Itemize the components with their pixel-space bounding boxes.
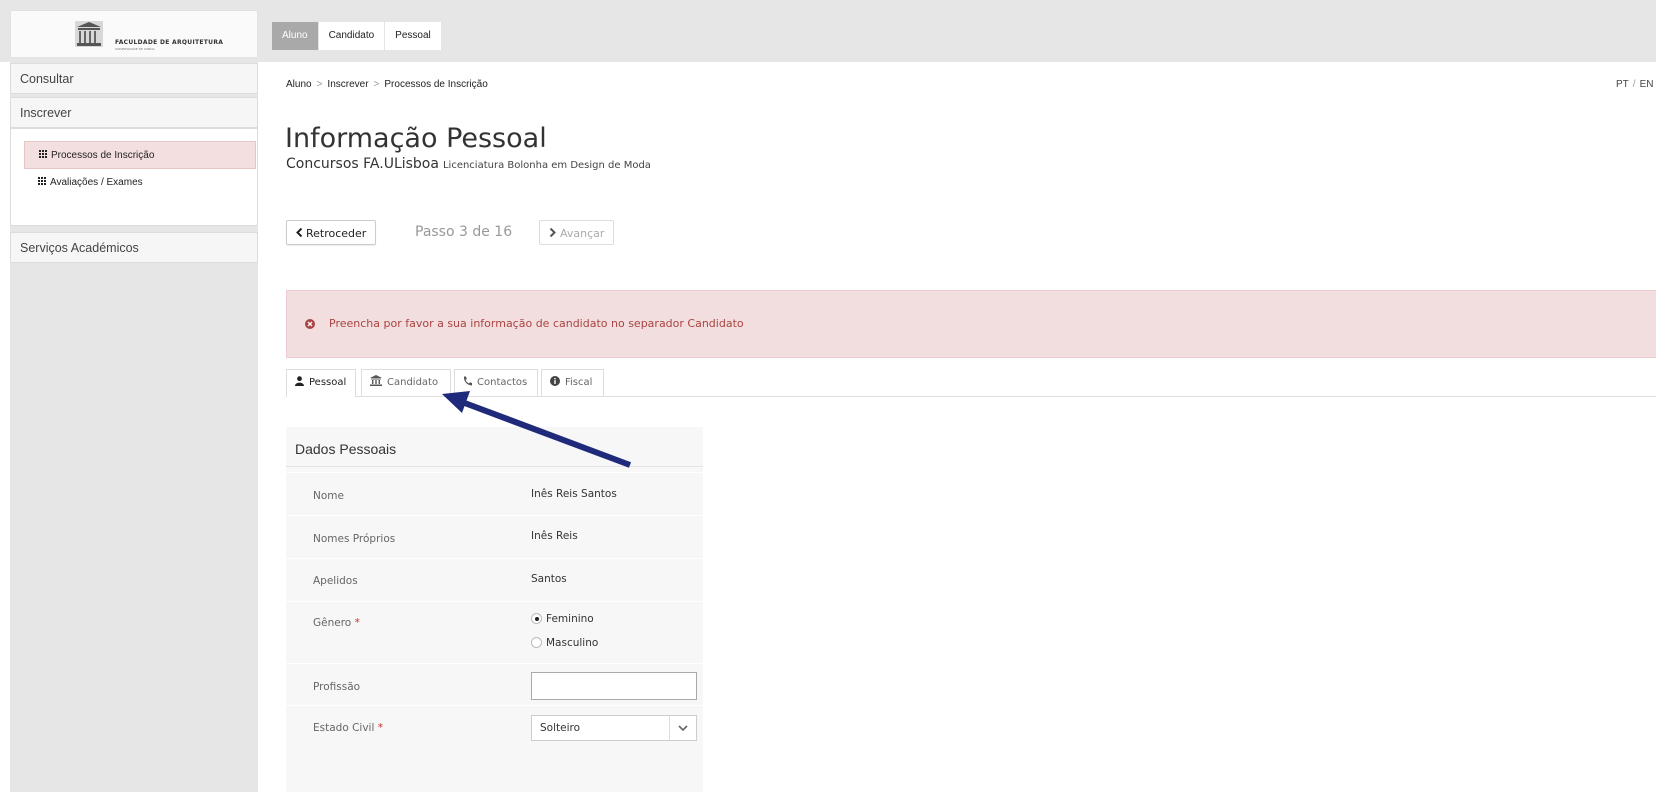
breadcrumb-item[interactable]: Inscrever <box>327 79 368 90</box>
next-button-label: Avançar <box>560 227 605 240</box>
grid-icon <box>39 150 48 159</box>
field-label: Nomes Próprios <box>313 533 396 545</box>
field-row-nome: Nome Inês Reis Santos <box>286 472 703 515</box>
radio-circle <box>531 613 542 624</box>
grid-icon <box>38 177 47 186</box>
top-tabs: Aluno Candidato Pessoal <box>272 22 442 50</box>
tab-label: Pessoal <box>309 377 347 388</box>
breadcrumb-item[interactable]: Processos de Inscrição <box>384 79 487 90</box>
sidebar-link-label: Avaliações / Exames <box>50 177 143 188</box>
field-label: Apelidos <box>313 575 358 587</box>
breadcrumb-separator: > <box>316 79 323 90</box>
field-value: Inês Reis Santos <box>531 488 617 500</box>
breadcrumb-item[interactable]: Aluno <box>286 79 312 90</box>
radio-masculino[interactable]: Masculino <box>531 637 598 649</box>
subtitle-main: Concursos FA.ULisboa <box>286 156 439 172</box>
field-value: Inês Reis <box>531 530 578 542</box>
field-label: Profissão <box>313 681 361 693</box>
chevron-left-icon <box>296 227 303 238</box>
required-marker: * <box>354 617 360 629</box>
tab-pessoal[interactable]: Pessoal <box>286 369 356 397</box>
tab-fiscal[interactable]: Fiscal <box>541 369 604 396</box>
sidebar-link-avaliacoes[interactable]: Avaliações / Exames <box>24 169 256 197</box>
field-label: Nome <box>313 490 344 502</box>
sidebar-link-processos[interactable]: Processos de Inscrição <box>24 141 256 169</box>
chevron-right-icon <box>549 227 556 238</box>
tab-label: Contactos <box>477 377 528 388</box>
select-caret <box>669 716 696 740</box>
back-button-label: Retroceder <box>306 227 367 240</box>
error-circle-icon <box>305 319 315 329</box>
field-label: Gênero * <box>313 617 360 629</box>
form-tabs: Pessoal Candidato Contactos Fiscal <box>286 369 1656 397</box>
lang-en[interactable]: EN <box>1640 79 1654 90</box>
sidebar-item-servicos[interactable]: Serviços Académicos <box>10 232 258 263</box>
subtitle-course: Licenciatura Bolonha em Design de Moda <box>442 160 651 171</box>
breadcrumb-separator: > <box>373 79 380 90</box>
page-title: Informação Pessoal <box>285 123 547 154</box>
user-icon <box>295 376 304 386</box>
tab-contactos[interactable]: Contactos <box>454 369 538 396</box>
back-button[interactable]: Retroceder <box>286 220 377 245</box>
logo-text: FACULDADE DE ARQUITETURA <box>115 39 224 46</box>
field-value: Santos <box>531 573 567 585</box>
field-label: Estado Civil * <box>313 722 383 734</box>
radio-feminino[interactable]: Feminino <box>531 613 594 625</box>
top-tab-candidato[interactable]: Candidato <box>318 22 386 50</box>
next-button[interactable]: Avançar <box>539 220 615 245</box>
field-row-apelidos: Apelidos Santos <box>286 558 703 601</box>
error-alert: Preencha por favor a sua informação de c… <box>286 290 1656 358</box>
sidebar-link-label: Processos de Inscrição <box>51 150 155 161</box>
field-label-text: Gênero <box>313 617 352 629</box>
divider <box>286 466 703 467</box>
tab-label: Fiscal <box>565 377 593 388</box>
lang-pt[interactable]: PT <box>1616 79 1629 90</box>
field-row-genero: Gênero * Feminino Masculino <box>286 601 703 663</box>
phone-icon <box>463 376 472 386</box>
top-tab-pessoal[interactable]: Pessoal <box>385 22 442 50</box>
sidebar-item-consultar[interactable]: Consultar <box>10 63 258 94</box>
tab-candidato[interactable]: Candidato <box>361 369 451 396</box>
logo[interactable]: FACULDADE DE ARQUITETURA UNIVERSIDADE DE… <box>10 10 258 58</box>
section-title: Dados Pessoais <box>295 441 397 457</box>
breadcrumb: Aluno > Inscrever > Processos de Inscrição <box>286 79 488 90</box>
logo-subtext: UNIVERSIDADE DE LISBOA <box>115 47 155 51</box>
chevron-down-icon <box>678 725 688 732</box>
radio-circle <box>531 637 542 648</box>
select-value: Solteiro <box>540 722 581 734</box>
building-logo-icon <box>75 21 103 47</box>
estado-civil-select[interactable]: Solteiro <box>531 715 697 741</box>
tab-label: Candidato <box>387 377 439 388</box>
step-indicator: Passo 3 de 16 <box>415 224 513 240</box>
profissao-input[interactable] <box>531 672 697 700</box>
institution-icon <box>370 375 382 386</box>
radio-label: Masculino <box>546 637 599 649</box>
radio-label: Feminino <box>546 613 594 625</box>
required-marker: * <box>377 722 383 734</box>
sidebar-item-inscrever[interactable]: Inscrever <box>10 97 258 128</box>
page-subtitle: Concursos FA.ULisboa Licenciatura Bolonha… <box>286 156 651 172</box>
alert-message: Preencha por favor a sua informação de c… <box>329 317 744 330</box>
field-label-text: Estado Civil <box>313 722 375 734</box>
info-icon <box>550 376 560 386</box>
lang-separator: / <box>1632 79 1636 90</box>
field-row-nomes-proprios: Nomes Próprios Inês Reis <box>286 515 703 558</box>
top-tab-aluno[interactable]: Aluno <box>272 22 319 50</box>
language-switch: PT / EN <box>1616 79 1653 90</box>
